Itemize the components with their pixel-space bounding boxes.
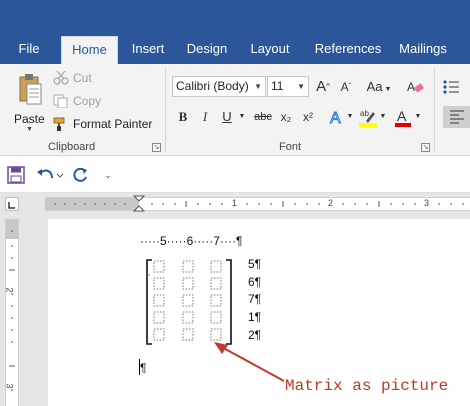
svg-text:ab: ab [360, 109, 369, 118]
align-left-icon [449, 110, 464, 124]
tab-references[interactable]: References [308, 36, 388, 64]
italic-button[interactable]: I [195, 106, 215, 128]
group-divider [165, 68, 166, 152]
chevron-down-icon[interactable]: ▼ [378, 106, 388, 128]
text-cursor [139, 359, 140, 375]
svg-text:A: A [330, 110, 341, 126]
change-case-icon: Aa [366, 79, 383, 94]
align-left-button[interactable] [443, 106, 470, 128]
document-page[interactable]: ·····5·····6·····7····¶ 5¶ 6¶ 7¶ 1¶ 2¶ ¶… [48, 219, 470, 406]
clipboard-group-label: Clipboard [48, 141, 96, 153]
row-label: 1¶ [248, 310, 262, 324]
paste-label: Paste [14, 112, 45, 126]
clear-formatting-button[interactable]: A [405, 76, 425, 98]
undo-button[interactable] [36, 166, 64, 184]
format-painter-label: Format Painter [73, 117, 153, 131]
group-divider [434, 68, 435, 152]
highlighter-icon: ab [359, 109, 377, 127]
font-size-value: 11 [271, 79, 284, 93]
superscript-button[interactable]: x² [298, 106, 318, 128]
grow-font-button[interactable]: A^ [313, 76, 333, 98]
copy-label: Copy [73, 94, 102, 108]
svg-text:A: A [407, 80, 415, 94]
tab-file[interactable]: File [8, 36, 50, 64]
font-color-button[interactable]: A [393, 106, 413, 128]
clipboard-launcher-icon[interactable]: ↘ [152, 143, 161, 152]
font-launcher-icon[interactable]: ↘ [421, 143, 430, 152]
chevron-down-icon: ▼ [26, 126, 33, 133]
row-label: 6¶ [248, 275, 262, 289]
customize-qat-icon[interactable]: ⌄ [101, 167, 115, 183]
redo-icon [73, 167, 87, 182]
quick-access-toolbar: ⌄ [0, 157, 470, 193]
ruler-number: 1 [232, 198, 238, 208]
undo-icon [37, 169, 64, 179]
underline-button[interactable]: U [217, 106, 237, 128]
bullets-button[interactable] [441, 76, 461, 98]
row-label: 7¶ [248, 292, 262, 306]
horizontal-ruler[interactable]: 1 2 3 [45, 195, 470, 213]
ribbon-tab-bar: File Home Insert Design Layout Reference… [0, 0, 470, 64]
paintbrush-icon [53, 117, 65, 131]
text-effects-button[interactable]: A [327, 106, 347, 128]
chevron-down-icon[interactable]: ▼ [413, 106, 423, 128]
format-painter-button[interactable]: Format Painter [53, 114, 152, 134]
paste-button[interactable]: Paste ▼ [10, 70, 48, 133]
repeat-button[interactable] [71, 166, 89, 184]
save-button[interactable] [7, 166, 25, 184]
ruler-number: 3 [4, 383, 15, 389]
font-name-value: Calibri (Body) [176, 79, 249, 93]
text-effects-icon: A [330, 110, 342, 128]
highlight-color-button[interactable]: ab [358, 106, 378, 128]
chevron-down-icon[interactable]: ▼ [236, 106, 248, 128]
shrink-font-icon: A [340, 80, 349, 94]
document-area: 1 2 3 2 3 ·····5·····6·····7····¶ 5¶ 6¶ … [0, 193, 470, 406]
indent-marker-icon[interactable] [133, 195, 145, 213]
tab-home[interactable]: Home [61, 36, 118, 64]
matrix-picture[interactable] [144, 259, 234, 347]
copy-icon [53, 94, 68, 108]
bold-button[interactable]: B [173, 106, 193, 128]
font-name-combo[interactable]: Calibri (Body) ▼ [172, 76, 266, 97]
caret-down-icon: ˇ [348, 82, 352, 91]
font-size-combo[interactable]: 11 ▼ [267, 76, 309, 97]
chevron-down-icon: ▼ [297, 82, 305, 91]
tab-design[interactable]: Design [181, 36, 233, 64]
caret-up-icon: ^ [326, 82, 330, 91]
tab-insert[interactable]: Insert [124, 36, 172, 64]
chevron-down-icon: ▼ [382, 86, 392, 93]
ruler-ticks [9, 230, 15, 391]
chevron-down-icon: ▼ [254, 82, 262, 91]
change-case-button[interactable]: Aa ▼ [365, 76, 393, 98]
tab-layout[interactable]: Layout [243, 36, 297, 64]
grow-font-icon: A [316, 78, 327, 95]
subscript-button[interactable]: x₂ [276, 106, 296, 128]
ruler-number: 2 [4, 287, 15, 293]
row-label: 5¶ [248, 257, 262, 271]
font-color-icon: A [395, 108, 411, 127]
svg-text:A: A [397, 108, 407, 124]
copy-button[interactable]: Copy [53, 91, 101, 111]
cut-label: Cut [73, 71, 92, 85]
shrink-font-button[interactable]: Aˇ [336, 76, 356, 98]
strikethrough-button[interactable]: abc [252, 106, 274, 128]
tab-leader-line: ·····5·····6·····7····¶ [140, 234, 243, 248]
save-icon [7, 166, 25, 184]
tab-mailings[interactable]: Mailings [395, 36, 451, 64]
chevron-down-icon[interactable]: ▼ [345, 106, 355, 128]
bullet-list-icon [443, 80, 459, 94]
font-group-label: Font [279, 141, 302, 153]
empty-paragraph-mark: ¶ [140, 361, 147, 375]
ruler-number: 2 [328, 198, 334, 208]
cut-button[interactable]: Cut [53, 68, 92, 88]
tab-selector-icon[interactable] [5, 197, 19, 211]
vertical-ruler[interactable]: 2 3 [5, 219, 19, 406]
eraser-icon: A [407, 80, 424, 94]
ruler-number: 3 [424, 198, 430, 208]
ribbon-home: Paste ▼ Cut Copy Format Painter Clipboar… [0, 64, 470, 156]
clipboard-icon [19, 74, 42, 105]
scissors-icon [53, 71, 69, 85]
annotation-label: Matrix as picture [285, 377, 449, 395]
ruler-ticks [54, 201, 464, 207]
